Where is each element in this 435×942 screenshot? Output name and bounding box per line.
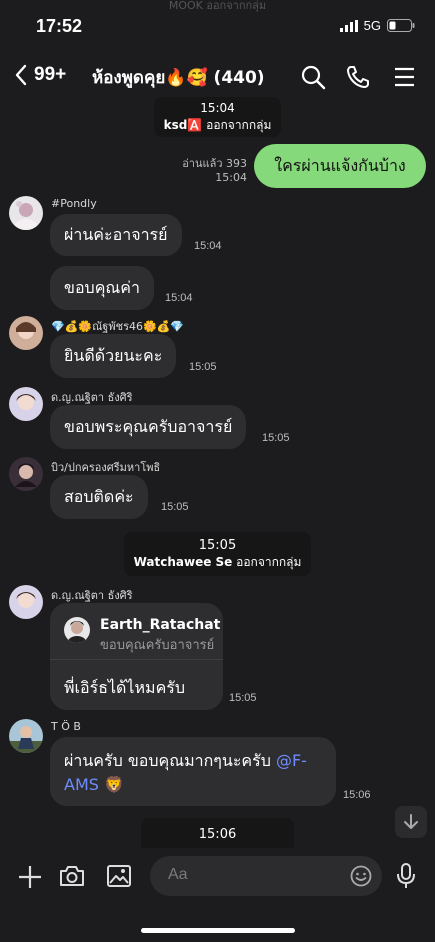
arrow-down-icon [404,814,418,829]
system-time: 15:05 [198,538,237,553]
system-time: 15:04 [200,101,235,115]
message-time: 15:06 [343,789,371,801]
sender-name: ด.ญ.ณฐิตา ธังศิริ [51,391,133,404]
lion-emoji: 🦁 [104,775,124,794]
scroll-to-bottom-button[interactable] [395,806,427,838]
home-indicator[interactable] [141,928,295,933]
system-message-box: 15:05 Watchawee Se ออกจากกลุ่ม [123,532,312,576]
system-message: 15:05 Watchawee Se ออกจากกลุ่ม [0,532,435,576]
message-bubble[interactable]: ยินดีด้วยนะคะ [50,334,177,378]
message-bubble[interactable]: ผ่านครับ ขอบคุณมากๆนะครับ @F-AMS 🦁 [50,737,336,806]
status-time: 17:52 [36,16,83,36]
message-bubble[interactable]: ผ่านค่ะอาจารย์ [50,214,182,256]
ghost-system-text: MOOK ออกจากกลุ่ม [168,0,267,12]
signal-icon [339,19,358,32]
read-count: อ่านแล้ว 393 [182,157,247,170]
system-text-line: Watchawee Se ออกจากกลุ่ม [134,554,302,571]
message-time: 15:04 [194,240,222,252]
search-icon[interactable] [300,64,326,90]
back-button[interactable]: 99+ [14,64,66,86]
avatar[interactable] [9,585,43,619]
reply-message-bubble[interactable]: Earth_Ratachat ขอบคุณครับอาจารย์ พี่เอิร… [50,603,223,710]
avatar[interactable] [9,387,43,421]
plus-icon[interactable] [17,864,43,890]
system-text: ออกจากกลุ่ม [236,555,302,569]
message-input[interactable] [168,866,338,884]
message-time: 15:04 [165,292,193,304]
sender-name: 💎💰🌼ณัฐพัชร46🌼💰💎 [51,320,185,333]
reply-name: Earth_Ratachat [100,617,221,633]
system-text-line: ksd🅰️ ออกจากกลุ่ม [164,117,272,134]
sender-name: T Ö B [51,720,81,733]
system-time: 15:06 [198,827,237,842]
avatar[interactable] [9,457,43,491]
battery-icon [387,19,415,32]
emoji-icon[interactable] [350,865,372,887]
avatar[interactable] [9,316,43,350]
message-time: 15:05 [189,361,217,373]
message-text: ผ่านครับ ขอบคุณมากๆนะครับ [64,751,276,770]
outgoing-time: 15:04 [215,171,247,184]
avatar[interactable] [9,719,43,753]
image-icon[interactable] [106,864,132,888]
message-text: พี่เอิร์ธได้ไหมครับ [64,678,186,697]
chevron-left-icon [15,64,27,86]
reply-avatar [64,617,90,643]
read-receipt: อ่านแล้ว 393 15:04 [182,157,247,185]
message-input-field[interactable] [150,856,382,896]
outgoing-bubble[interactable]: ใครผ่านแจ้งกันบ้าง [254,144,426,188]
chat-header: 99+ ห้องพูดคุย🔥🥰 (440) [0,52,435,102]
system-user: Watchawee Se [133,555,233,569]
sender-name: บิว/ปกครองศรีมหาโพธิ [51,461,161,474]
message-bubble[interactable]: ขอบคุณค่า [50,266,154,310]
microphone-icon[interactable] [395,862,417,890]
message-time: 15:05 [161,501,189,513]
reply-divider [50,659,223,660]
menu-icon[interactable] [392,64,418,90]
sender-name: ด.ญ.ณฐิตา ธังศิริ [51,589,133,602]
sender-name: #Pondly [51,197,97,210]
message-bubble[interactable]: ขอบพระคุณครับอาจารย์ [50,405,247,449]
message-time: 15:05 [262,432,290,444]
status-icons: 5G [339,18,415,33]
camera-icon[interactable] [59,864,85,888]
unread-count: 99+ [34,64,67,85]
status-bar: MOOK ออกจากกลุ่ม 17:52 5G [0,0,435,52]
message-time: 15:05 [229,692,257,704]
reply-text: ขอบคุณครับอาจารย์ [100,638,215,653]
system-text: ออกจากกลุ่ม [206,118,272,132]
system-message-box: 15:04 ksd🅰️ ออกจากกลุ่ม [153,97,282,137]
system-message: 15:04 ksd🅰️ ออกจากกลุ่ม [0,97,435,137]
system-user: ksd🅰️ [163,118,203,132]
avatar[interactable] [9,196,43,230]
phone-icon[interactable] [345,64,371,90]
chat-title: ห้องพูดคุย🔥🥰 (440) [92,68,265,88]
message-bubble[interactable]: สอบติดค่ะ [50,475,148,519]
network-label: 5G [363,18,381,33]
